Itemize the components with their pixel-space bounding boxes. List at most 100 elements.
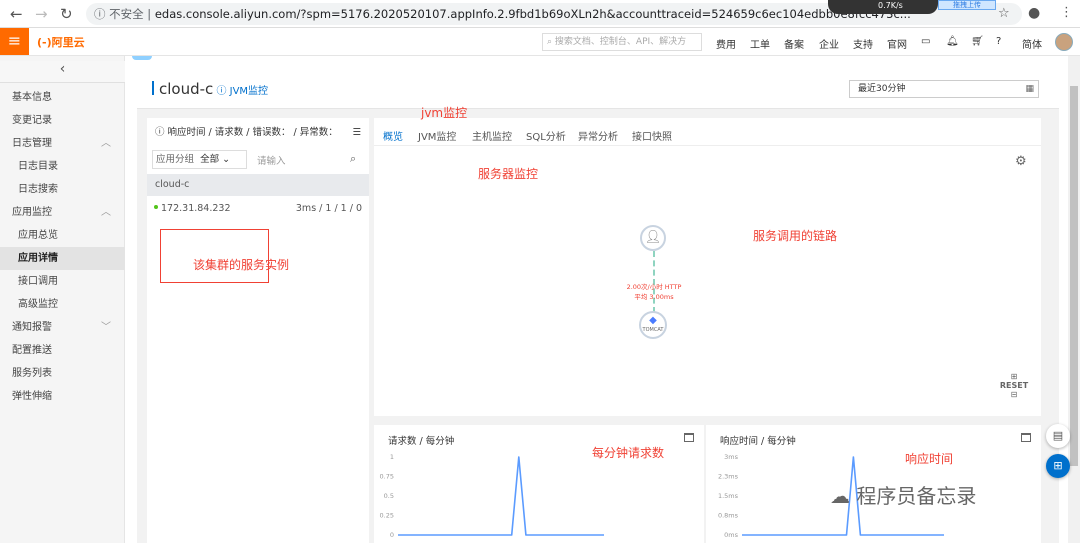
tab-jvm[interactable]: JVM监控 [418,128,456,143]
sidebar-item[interactable]: 高级监控 [0,293,125,316]
sidebar-item-label: 日志管理 [12,138,52,149]
y-tick-label: 0.5 [384,492,394,500]
tab-host[interactable]: 主机监控 [472,128,512,143]
url-text: edas.console.aliyun.com/?spm=5176.202052… [154,7,911,21]
cart-icon[interactable]: 🛒︎ [971,36,984,47]
sidebar-item[interactable]: 服务列表 [0,362,125,385]
search-icon[interactable]: ⌕ [350,152,356,166]
forward-icon[interactable]: → [35,5,48,23]
header-link-tickets[interactable]: 工单 [750,36,770,51]
wechat-icon: ☁ [830,484,857,508]
tomcat-node[interactable]: ◆ TOMCAT [639,311,667,339]
sidebar-item-label: 高级监控 [18,299,58,310]
sidebar-item[interactable]: 应用总览 [0,224,125,247]
instance-row[interactable]: 172.31.84.232 3ms / 1 / 1 / 0 [147,199,369,219]
reload-icon[interactable]: ↻ [60,5,73,23]
sidebar-item[interactable]: 基本信息 [0,86,125,109]
sidebar-item[interactable]: 变更记录 [0,109,125,132]
upload-button[interactable]: 拖拽上传 [938,0,996,10]
time-range-select[interactable]: 最近30分钟 ▦ [849,80,1039,98]
header-link-website[interactable]: 官网 [887,36,907,51]
chevron-down-icon[interactable]: ﹀ [101,316,111,339]
node-label: TOMCAT [642,327,664,333]
app-name: cloud-c [159,80,214,98]
info-icon: ⓘ [94,7,110,21]
sidebar-item[interactable]: 日志搜索 [0,178,125,201]
chevron-up-icon[interactable]: ︿ [101,201,111,224]
watermark-text: 程序员备忘录 [856,484,977,508]
console-search-input[interactable]: ⌕ 搜索文档、控制台、API、解决方 [542,33,702,51]
y-tick-label: 1 [390,453,394,461]
overview-panel [374,118,1041,416]
annotation-response: 响应时间 [905,452,954,466]
more-icon[interactable]: ⋮ [1060,5,1073,20]
group-select[interactable]: 应用分组 全部 ⌄ [152,150,247,169]
header-link-enterprise[interactable]: 企业 [819,36,839,51]
avatar[interactable] [1055,33,1073,51]
sidebar-item-label: 应用总览 [18,230,58,241]
header-link-icp[interactable]: 备案 [784,36,804,51]
edge-label-latency: 平均 3.00ms [634,293,674,301]
sort-icon[interactable]: ☰ [352,122,361,144]
reset-button[interactable]: RESET [998,381,1030,390]
sidebar-item-label: 日志目录 [18,161,58,172]
zoom-out-icon[interactable]: ⊟ [998,390,1030,399]
console-header [0,28,1080,56]
apps-icon[interactable]: ⊞ [1046,454,1070,478]
user-node-icon[interactable]: 👤︎ [640,225,666,251]
header-link-support[interactable]: 支持 [853,36,873,51]
aliyun-logo[interactable]: (-)阿里云 [37,34,85,50]
sidebar-item[interactable]: 应用详情 [0,247,125,270]
back-icon[interactable]: ← [10,5,23,23]
sidebar-item[interactable]: 通知报警 ﹀ [0,316,125,339]
sidebar-item-label: 应用监控 [12,207,52,218]
gear-icon[interactable]: ⚙ [1015,154,1027,169]
profile-icon[interactable]: ● [1028,5,1040,21]
scrollbar[interactable] [1068,56,1080,543]
sidebar-item-label: 接口调用 [18,276,58,287]
page-title: cloud-c ⓘ JVM监控 [152,80,268,98]
feedback-icon[interactable]: ▤ [1046,424,1070,448]
message-icon[interactable]: ▭ [921,36,930,47]
edge-label-rate: 2.00次/小时 HTTP [626,283,682,291]
instance-search-input[interactable]: 请输入 [257,153,286,167]
tab-sql[interactable]: SQL分析 [526,128,566,143]
y-tick-label: 0ms [724,531,738,539]
tab-exception[interactable]: 异常分析 [578,128,618,143]
sidebar-item-label: 日志搜索 [18,184,58,195]
collapse-sidebar-icon[interactable]: ‹ [0,61,125,83]
header-link-fees[interactable]: 费用 [716,36,736,51]
watermark: ☁ 程序员备忘录 [830,480,976,509]
menu-icon[interactable]: ≡ [0,28,29,55]
chevron-up-icon[interactable]: ︿ [101,132,111,155]
annotation-chain: 服务调用的链路 [753,229,838,243]
sidebar-item[interactable]: 接口调用 [0,270,125,293]
language-switch[interactable]: 简体 [1022,36,1042,51]
sidebar-item[interactable]: 日志管理 ︿ [0,132,125,155]
zoom-controls: ⊞ RESET ⊟ [998,372,1030,399]
group-value: 全部 [200,154,220,165]
star-icon[interactable]: ☆ [998,6,1010,21]
tab-overview[interactable]: 概览 [383,128,403,143]
speed-text: 0.7K/s [878,1,903,10]
series-line [398,456,604,536]
search-placeholder: 搜索文档、控制台、API、解决方 [554,37,687,47]
jvm-link[interactable]: ⓘ JVM监控 [213,86,268,97]
y-tick-label: 0.8ms [718,512,739,520]
y-tick-label: 1.5ms [718,492,739,500]
sidebar-item[interactable]: 应用监控 ︿ [0,201,125,224]
cluster-item[interactable]: cloud-c [147,174,369,196]
jvm-link-label[interactable]: JVM监控 [230,86,268,97]
y-tick-label: 0.75 [380,473,394,481]
time-range-value: 最近30分钟 [858,84,906,94]
sidebar-item[interactable]: 配置推送 [0,339,125,362]
y-tick-label: 0.25 [380,512,394,520]
instance-ip: 172.31.84.232 [161,203,231,214]
bell-icon[interactable]: 🔔︎ [946,36,959,47]
sidebar-item[interactable]: 弹性伸缩 [0,385,125,408]
y-tick-label: 2.3ms [718,473,739,481]
sidebar-item[interactable]: 日志目录 [0,155,125,178]
help-icon[interactable]: ? [996,36,1001,47]
tab-snapshot[interactable]: 接口快照 [632,128,672,143]
zoom-in-icon[interactable]: ⊞ [998,372,1030,381]
